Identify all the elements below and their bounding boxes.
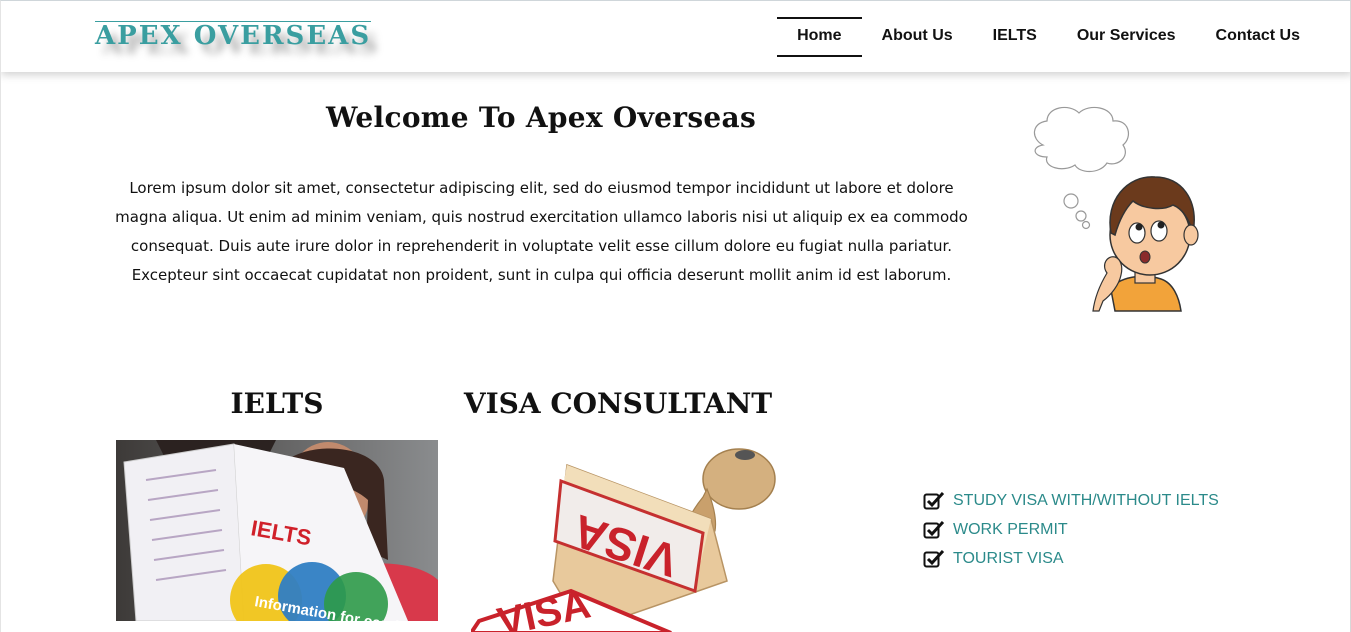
service-label: STUDY VISA WITH/WITHOUT IELTS — [953, 491, 1219, 509]
service-label: TOURIST VISA — [953, 549, 1064, 567]
check-square-icon — [923, 549, 945, 567]
ielts-section-title: IELTS — [230, 387, 324, 420]
visa-stamp-photo: VISA VISA — [471, 441, 791, 632]
nav-home[interactable]: Home — [777, 17, 862, 57]
check-square-icon — [923, 491, 945, 509]
nav-ielts[interactable]: IELTS — [973, 17, 1057, 57]
welcome-text: Lorem ipsum dolor sit amet, consectetur … — [115, 179, 968, 284]
nav-contact-us[interactable]: Contact Us — [1196, 17, 1320, 57]
ielts-photo: IELTS Information for candid — [116, 440, 438, 621]
page: APEX OVERSEAS Home About Us IELTS Our Se… — [0, 0, 1351, 632]
service-item-work-permit[interactable]: WORK PERMIT — [923, 515, 1219, 544]
check-square-icon — [923, 520, 945, 538]
service-label: WORK PERMIT — [953, 520, 1068, 538]
thinking-kid-illustration — [1033, 106, 1199, 312]
nav-our-services[interactable]: Our Services — [1057, 17, 1196, 57]
main-nav: Home About Us IELTS Our Services Contact… — [777, 17, 1320, 57]
visa-section-title: VISA CONSULTANT — [463, 387, 773, 420]
stamp-imprint-text: VISA — [494, 582, 594, 632]
welcome-title: Welcome To Apex Overseas — [325, 101, 757, 134]
nav-about-us[interactable]: About Us — [862, 17, 973, 57]
services-list: STUDY VISA WITH/WITHOUT IELTS WORK PERMI… — [923, 486, 1219, 573]
site-logo[interactable]: APEX OVERSEAS — [95, 21, 372, 49]
service-item-study-visa[interactable]: STUDY VISA WITH/WITHOUT IELTS — [923, 486, 1219, 515]
service-item-tourist-visa[interactable]: TOURIST VISA — [923, 544, 1219, 573]
site-header: APEX OVERSEAS Home About Us IELTS Our Se… — [1, 1, 1350, 72]
